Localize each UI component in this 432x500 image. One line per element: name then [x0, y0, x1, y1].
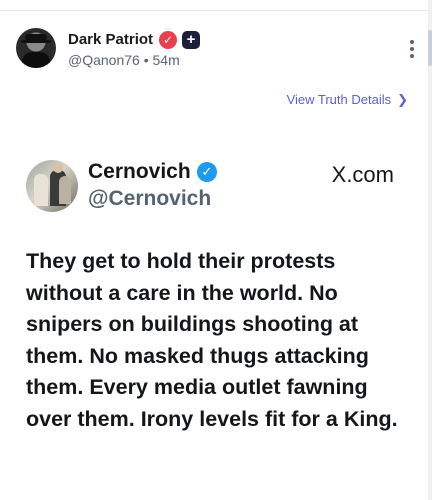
scrollbar[interactable] — [428, 0, 432, 500]
more-options-icon[interactable] — [406, 40, 418, 62]
embedded-post-header[interactable]: Cernovich ✓ @Cernovich X.com — [26, 158, 406, 218]
scrollbar-thumb[interactable] — [428, 30, 432, 66]
avatar-figure-1 — [34, 174, 48, 206]
handle-row: @Qanon76 • 54m — [68, 52, 180, 68]
view-truth-details-label: View Truth Details — [286, 92, 392, 107]
chevron-right-icon: ❯ — [397, 92, 408, 107]
avatar-head — [53, 163, 63, 173]
embedded-avatar[interactable] — [26, 160, 78, 212]
author-handle[interactable]: @Qanon76 — [68, 52, 140, 68]
author-name[interactable]: Dark Patriot — [68, 31, 153, 48]
avatar-coat — [22, 52, 50, 68]
post-header: Dark Patriot ✓ + @Qanon76 • 54m — [16, 28, 416, 72]
top-divider — [0, 0, 432, 11]
separator-dot: • — [143, 52, 149, 68]
avatar[interactable] — [16, 28, 56, 68]
avatar-brim — [21, 40, 51, 43]
plus-badge-icon: + — [182, 31, 200, 49]
view-truth-details-link[interactable]: View Truth Details ❯ — [287, 92, 408, 108]
embedded-author-name[interactable]: Cernovich — [88, 160, 191, 184]
embedded-author-handle[interactable]: @Cernovich — [88, 187, 211, 211]
source-label: X.com — [331, 162, 394, 187]
avatar-figure-3 — [59, 176, 71, 204]
verified-check-icon: ✓ — [197, 162, 217, 182]
post-time[interactable]: 54m — [153, 52, 180, 68]
embedded-post-text: They get to hold their protests without … — [26, 249, 398, 431]
verified-badge-icon: ✓ — [159, 31, 177, 49]
